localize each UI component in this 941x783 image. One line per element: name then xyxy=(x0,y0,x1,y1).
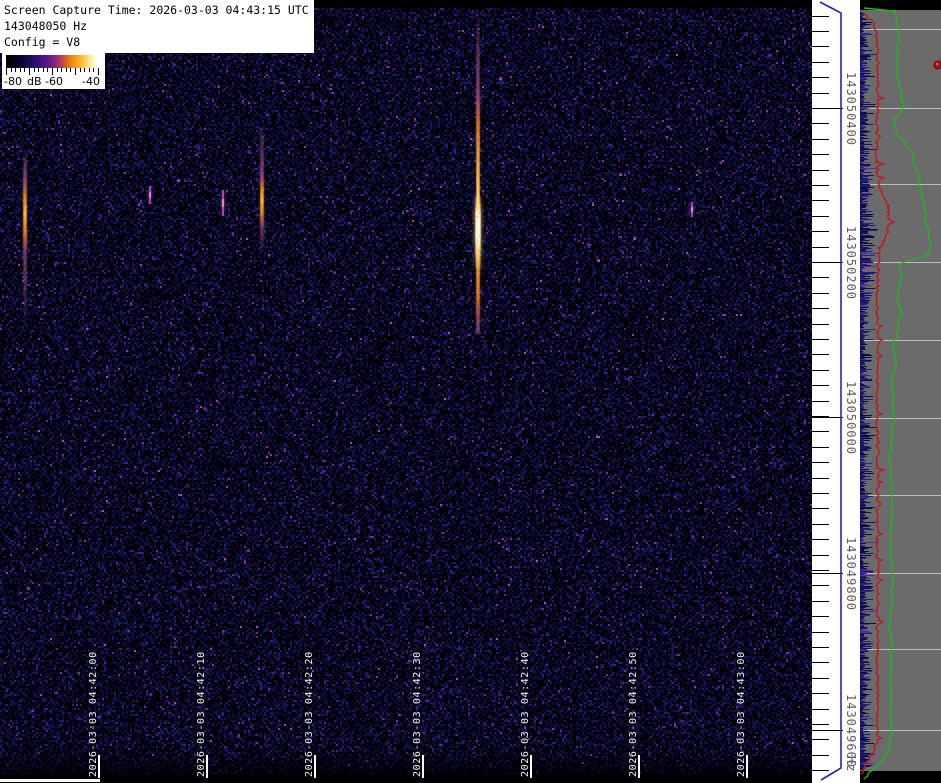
color-scale-legend: -80 dB -60 -40 xyxy=(2,53,105,89)
time-tick xyxy=(314,755,316,778)
legend-db-label: -80 xyxy=(4,75,22,88)
time-tick xyxy=(98,755,100,778)
frequency-label: 143050000 xyxy=(844,381,858,456)
time-tick xyxy=(638,755,640,778)
frequency-label: 143049800 xyxy=(844,537,858,612)
capture-config-text: Config = V8 xyxy=(4,35,81,49)
bottom-edge-artifact xyxy=(0,779,100,782)
capture-info-overlay: Screen Capture Time: 2026-03-03 04:43:15… xyxy=(0,0,314,53)
time-tick xyxy=(746,755,748,778)
frequency-label: 143050400 xyxy=(844,72,858,147)
waterfall-spectrogram xyxy=(0,0,813,783)
time-tick xyxy=(530,755,532,778)
time-tick xyxy=(422,755,424,778)
color-gradient-bar xyxy=(5,55,102,75)
legend-db-label: dB xyxy=(27,75,42,88)
capture-time-text: Screen Capture Time: 2026-03-03 04:43:15… xyxy=(4,3,309,17)
time-tick xyxy=(206,755,208,778)
capture-frequency-text: 143048050 Hz xyxy=(4,19,88,33)
legend-db-label: -40 xyxy=(82,75,100,88)
spectrum-graph-panel xyxy=(860,0,941,783)
frequency-unit-label: Hz xyxy=(844,756,858,773)
legend-db-label: -60 xyxy=(45,75,63,88)
frequency-label: 143050200 xyxy=(844,226,858,301)
spectrum-lab-screen-capture: 2026-03-03 04:42:00 2026-03-03 04:42:10 20… xyxy=(0,0,941,783)
